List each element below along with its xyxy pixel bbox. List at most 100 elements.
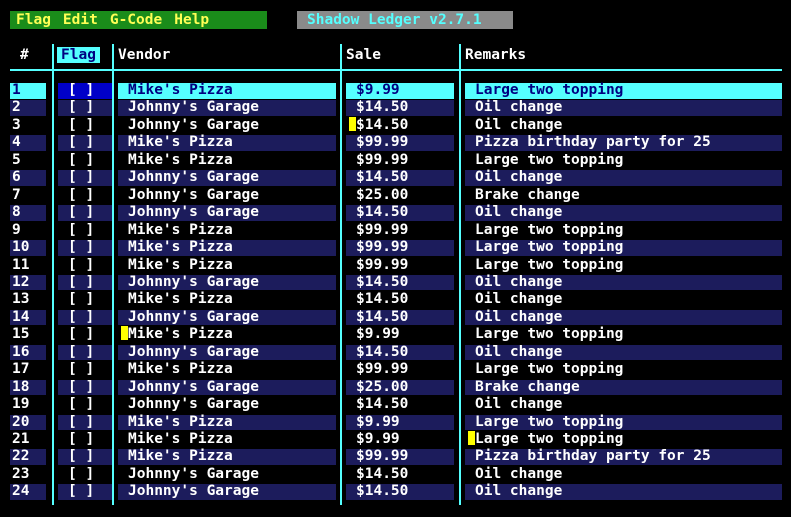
menu-gcode[interactable]: G-Code <box>104 11 168 29</box>
flag-checkbox[interactable]: [ ] <box>58 396 112 413</box>
remarks-cell[interactable]: Large two topping <box>465 152 782 169</box>
sale-cell[interactable]: $14.50 <box>346 204 454 221</box>
remarks-cell[interactable]: Oil change <box>465 344 782 361</box>
vendor-cell[interactable]: Johnny's Garage <box>118 309 336 326</box>
flag-checkbox[interactable]: [ ] <box>58 449 112 465</box>
vendor-cell[interactable]: Mike's Pizza <box>118 257 336 273</box>
vendor-cell[interactable]: Johnny's Garage <box>118 466 336 483</box>
vendor-cell[interactable]: Mike's Pizza <box>118 239 336 256</box>
remarks-cell[interactable]: Oil change <box>465 396 782 413</box>
sale-cell[interactable]: $14.50 <box>346 396 454 413</box>
sale-cell[interactable]: $14.50 <box>346 116 454 134</box>
sale-cell[interactable]: $14.50 <box>346 170 454 186</box>
remarks-cell[interactable]: Oil change <box>465 309 782 326</box>
sale-cell[interactable]: $25.00 <box>346 379 454 396</box>
sale-cell[interactable]: $99.99 <box>346 152 454 169</box>
sale-cell[interactable]: $9.99 <box>346 82 454 99</box>
vendor-cell[interactable]: Johnny's Garage <box>118 117 336 134</box>
flag-checkbox[interactable]: [ ] <box>58 361 112 378</box>
remarks-cell[interactable]: Oil change <box>465 170 782 186</box>
vendor-cell[interactable]: Johnny's Garage <box>118 484 336 500</box>
flag-checkbox[interactable]: [ ] <box>58 379 112 396</box>
sale-cell[interactable]: $99.99 <box>346 239 454 256</box>
vendor-cell[interactable]: Mike's Pizza <box>118 292 336 308</box>
sale-cell[interactable]: $14.50 <box>346 274 454 291</box>
sale-cell[interactable]: $14.50 <box>346 292 454 308</box>
flag-checkbox[interactable]: [ ] <box>58 135 112 151</box>
vendor-cell[interactable]: Mike's Pizza <box>118 431 336 448</box>
sale-cell[interactable]: $14.50 <box>346 344 454 361</box>
sale-cell[interactable]: $99.99 <box>346 257 454 273</box>
vendor-cell[interactable]: Johnny's Garage <box>118 274 336 291</box>
flag-checkbox[interactable]: [ ] <box>58 82 112 99</box>
remarks-cell[interactable]: Oil change <box>465 117 782 134</box>
vendor-cell[interactable]: Mike's Pizza <box>118 222 336 239</box>
vendor-cell[interactable]: Johnny's Garage <box>118 100 336 116</box>
header-num[interactable]: # <box>20 44 29 66</box>
flag-checkbox[interactable]: [ ] <box>58 187 112 204</box>
vendor-cell[interactable]: Johnny's Garage <box>118 204 336 221</box>
vendor-cell[interactable]: Mike's Pizza <box>118 152 336 169</box>
vendor-cell[interactable]: Johnny's Garage <box>118 187 336 204</box>
flag-checkbox[interactable]: [ ] <box>58 204 112 221</box>
sale-cell[interactable]: $14.50 <box>346 484 454 500</box>
header-remarks[interactable]: Remarks <box>465 44 526 66</box>
vendor-cell[interactable]: Johnny's Garage <box>118 344 336 361</box>
vendor-cell[interactable]: Mike's Pizza <box>118 449 336 465</box>
vendor-cell[interactable]: Mike's Pizza <box>118 135 336 151</box>
menu-flag[interactable]: Flag <box>10 11 57 29</box>
sale-cell[interactable]: $99.99 <box>346 222 454 239</box>
remarks-cell[interactable]: Pizza birthday party for 25 <box>465 135 782 151</box>
sale-cell[interactable]: $9.99 <box>346 327 454 343</box>
sale-cell[interactable]: $99.99 <box>346 361 454 378</box>
header-vendor[interactable]: Vendor <box>118 44 170 66</box>
vendor-cell[interactable]: Mike's Pizza <box>118 361 336 378</box>
remarks-cell[interactable]: Oil change <box>465 484 782 500</box>
remarks-cell[interactable]: Oil change <box>465 274 782 291</box>
remarks-cell[interactable]: Large two topping <box>465 222 782 239</box>
flag-checkbox[interactable]: [ ] <box>58 431 112 448</box>
remarks-cell[interactable]: Oil change <box>465 466 782 483</box>
sale-cell[interactable]: $9.99 <box>346 414 454 431</box>
remarks-cell[interactable]: Large two topping <box>465 431 782 448</box>
vendor-cell[interactable]: Mike's Pizza <box>118 82 336 99</box>
sale-cell[interactable]: $9.99 <box>346 431 454 448</box>
remarks-cell[interactable]: Oil change <box>465 292 782 308</box>
flag-checkbox[interactable]: [ ] <box>58 484 112 500</box>
menu-help[interactable]: Help <box>168 11 215 29</box>
flag-checkbox[interactable]: [ ] <box>58 327 112 343</box>
remarks-cell[interactable]: Brake change <box>465 187 782 204</box>
remarks-cell[interactable]: Large two topping <box>465 239 782 256</box>
sale-cell[interactable]: $25.00 <box>346 187 454 204</box>
flag-checkbox[interactable]: [ ] <box>58 414 112 431</box>
remarks-cell[interactable]: Pizza birthday party for 25 <box>465 449 782 465</box>
sale-cell[interactable]: $14.50 <box>346 466 454 483</box>
flag-checkbox[interactable]: [ ] <box>58 309 112 326</box>
flag-checkbox[interactable]: [ ] <box>58 274 112 291</box>
remarks-cell[interactable]: Large two topping <box>465 414 782 431</box>
vendor-cell[interactable]: Johnny's Garage <box>118 379 336 396</box>
flag-checkbox[interactable]: [ ] <box>58 344 112 361</box>
header-sale[interactable]: Sale <box>346 44 381 66</box>
flag-checkbox[interactable]: [ ] <box>58 239 112 256</box>
sale-cell[interactable]: $99.99 <box>346 135 454 151</box>
vendor-cell[interactable]: Mike's Pizza <box>118 326 336 343</box>
flag-checkbox[interactable]: [ ] <box>58 292 112 308</box>
sale-cell[interactable]: $99.99 <box>346 449 454 465</box>
remarks-cell[interactable]: Large two topping <box>465 257 782 273</box>
header-flag[interactable]: Flag <box>57 47 100 63</box>
vendor-cell[interactable]: Johnny's Garage <box>118 170 336 186</box>
flag-checkbox[interactable]: [ ] <box>58 257 112 273</box>
sale-cell[interactable]: $14.50 <box>346 309 454 326</box>
remarks-cell[interactable]: Oil change <box>465 100 782 116</box>
flag-checkbox[interactable]: [ ] <box>58 152 112 169</box>
menu-edit[interactable]: Edit <box>57 11 104 29</box>
remarks-cell[interactable]: Oil change <box>465 204 782 221</box>
remarks-cell[interactable]: Brake change <box>465 379 782 396</box>
flag-checkbox[interactable]: [ ] <box>58 170 112 186</box>
flag-checkbox[interactable]: [ ] <box>58 466 112 483</box>
flag-checkbox[interactable]: [ ] <box>58 100 112 116</box>
remarks-cell[interactable]: Large two topping <box>465 327 782 343</box>
flag-checkbox[interactable]: [ ] <box>58 117 112 134</box>
flag-checkbox[interactable]: [ ] <box>58 222 112 239</box>
